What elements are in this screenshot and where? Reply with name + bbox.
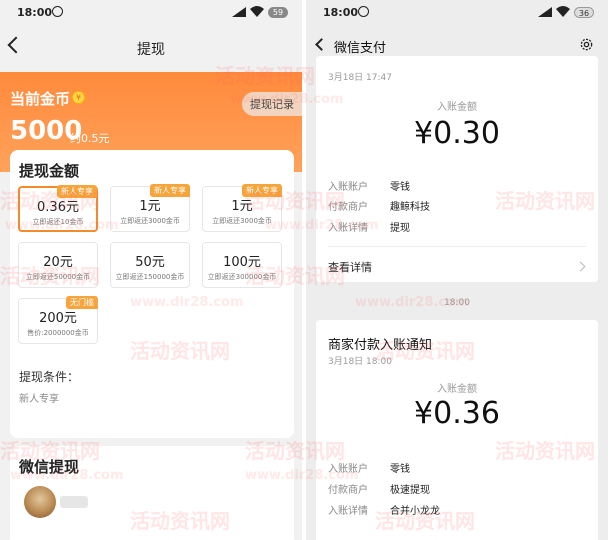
detail-row: 付款商户 趣鲸科技 xyxy=(328,198,430,213)
avatar[interactable] xyxy=(24,486,56,518)
detail-key: 入账详情 xyxy=(328,506,368,517)
time-separator: 18:00 xyxy=(444,298,470,308)
status-time: 18:00 xyxy=(323,6,359,19)
amount-value: ¥0.36 xyxy=(414,396,500,431)
alarm-icon xyxy=(358,6,369,17)
option-amount: 50元 xyxy=(135,255,165,270)
detail-key: 付款商户 xyxy=(328,202,368,213)
card-title: 提现金额 xyxy=(19,162,80,180)
detail-value: 提现 xyxy=(390,223,410,234)
chevron-right-icon xyxy=(575,261,586,272)
withdraw-amount-card: 提现金额 新人专享 0.36元 立即返还10金币 新人专享 1元 立即返还300… xyxy=(10,150,294,438)
detail-row: 入账账户 零钱 xyxy=(328,178,410,193)
battery-icon: 59 xyxy=(268,7,288,18)
amount-option[interactable]: 无门槛 200元 售价:2000000金币 xyxy=(18,296,98,344)
option-amount: 1元 xyxy=(139,199,161,214)
detail-value: 趣鲸科技 xyxy=(390,202,430,213)
detail-key: 入账账户 xyxy=(328,182,368,193)
amount-option[interactable]: 50元 立即返还150000金币 xyxy=(110,242,190,288)
amount-value: ¥0.30 xyxy=(414,116,500,151)
payment-message-card[interactable]: 3月18日 17:47 入账金额 ¥0.30 入账账户 零钱 付款商户 趣鲸科技 入… xyxy=(316,56,598,282)
option-desc: 售价:2000000金币 xyxy=(27,329,89,337)
coin-icon: ¥ xyxy=(72,91,85,104)
option-desc: 立即返还3000金币 xyxy=(120,217,180,225)
gear-icon[interactable] xyxy=(579,37,594,52)
view-details-link[interactable]: 查看详情 xyxy=(328,259,372,275)
option-desc: 立即返还10金币 xyxy=(32,218,84,226)
status-bar: 18:00 59 xyxy=(0,0,302,26)
back-arrow-icon[interactable] xyxy=(315,38,328,51)
wifi-icon xyxy=(556,6,570,17)
option-desc: 立即返还3000金币 xyxy=(212,217,272,225)
status-bar: 18:00 36 xyxy=(306,0,608,26)
detail-value: 零钱 xyxy=(390,464,410,475)
detail-row: 付款商户 极速提现 xyxy=(328,481,430,496)
amount-option[interactable]: 20元 立即返还50000金币 xyxy=(18,242,98,288)
option-amount: 0.36元 xyxy=(37,200,79,215)
message-date: 3月18日 18:00 xyxy=(328,357,392,367)
option-amount: 100元 xyxy=(223,255,261,270)
divider xyxy=(328,246,586,247)
option-desc: 立即返还150000金币 xyxy=(115,273,185,281)
blurred-nickname xyxy=(60,496,88,508)
detail-row: 入账详情 提现 xyxy=(328,219,410,234)
withdraw-screen: 18:00 59 提现 当前金币 ¥ 提现记录 5000 约0.5元 提现金额 … xyxy=(0,0,302,540)
option-amount: 200元 xyxy=(39,311,77,326)
wechat-withdraw-card: 微信提现 xyxy=(10,446,294,540)
battery-icon: 36 xyxy=(574,7,594,18)
detail-value: 合并小龙龙 xyxy=(390,506,440,517)
option-amount: 1元 xyxy=(231,199,253,214)
signal-icon xyxy=(538,7,552,17)
detail-value: 零钱 xyxy=(390,182,410,193)
page-title: 微信支付 xyxy=(334,41,387,56)
detail-key: 入账详情 xyxy=(328,223,368,234)
amount-option[interactable]: 新人专享 0.36元 立即返还10金币 xyxy=(18,185,98,232)
option-desc: 立即返还50000金币 xyxy=(25,273,91,281)
alarm-icon xyxy=(52,6,63,17)
detail-row: 入账详情 合并小龙龙 xyxy=(328,502,440,517)
coin-label: 当前金币 xyxy=(10,90,71,108)
signal-icon xyxy=(232,7,246,17)
page-title: 提现 xyxy=(137,42,165,58)
condition-label: 提现条件： xyxy=(19,370,80,384)
coin-approx-value: 约0.5元 xyxy=(70,132,110,145)
top-nav: 提现 xyxy=(0,26,302,72)
condition-value: 新人专享 xyxy=(19,394,59,405)
amount-label: 入账金额 xyxy=(437,384,477,395)
wifi-icon xyxy=(250,6,264,17)
status-time: 18:00 xyxy=(17,6,53,19)
wechat-pay-screen: 18:00 36 微信支付 3月18日 17:47 入账金额 ¥0.30 入账账… xyxy=(306,0,608,540)
payment-message-card[interactable]: 商家付款入账通知 3月18日 18:00 入账金额 ¥0.36 入账账户 零钱 付… xyxy=(316,320,598,540)
amount-option[interactable]: 新人专享 1元 立即返还3000金币 xyxy=(110,184,190,232)
detail-value: 极速提现 xyxy=(390,485,430,496)
detail-row: 入账账户 零钱 xyxy=(328,460,410,475)
option-amount: 20元 xyxy=(43,255,73,270)
message-date: 3月18日 17:47 xyxy=(328,73,392,83)
card-title: 微信提现 xyxy=(19,458,80,476)
message-title: 商家付款入账通知 xyxy=(328,338,433,353)
amount-option[interactable]: 新人专享 1元 立即返还3000金币 xyxy=(202,184,282,232)
amount-option[interactable]: 100元 立即返还300000金币 xyxy=(202,242,282,288)
amount-label: 入账金额 xyxy=(437,102,477,113)
option-desc: 立即返还300000金币 xyxy=(207,273,277,281)
detail-key: 付款商户 xyxy=(328,485,368,496)
detail-key: 入账账户 xyxy=(328,464,368,475)
withdraw-history-button[interactable]: 提现记录 xyxy=(242,92,302,116)
